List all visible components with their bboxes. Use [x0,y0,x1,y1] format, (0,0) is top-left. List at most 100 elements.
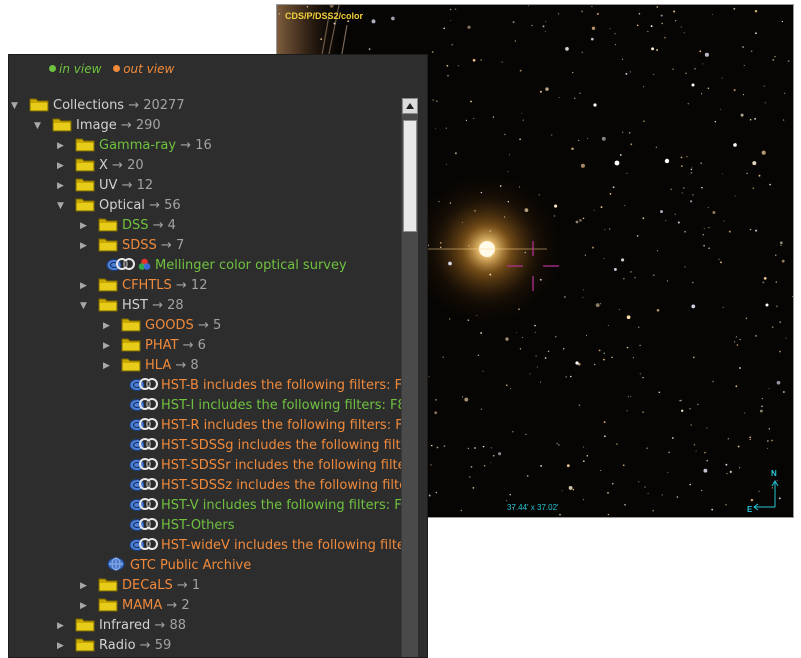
tree-item-hst[interactable]: ▼ HST → 28 [80,296,184,316]
collapsed-arrow-icon[interactable]: ▶ [57,636,67,656]
tree-item-hst-sdssz-includes-the-following[interactable]: HST-SDSSz includes the following filters… [129,476,401,496]
tree-item-label: X [99,158,108,173]
scroll-up-button[interactable] [402,98,418,114]
tree-item-label: Gamma-ray [99,138,177,153]
tree-item-count: → 290 [120,118,161,133]
survey-icon [129,476,159,492]
tree-item-goods[interactable]: ▶ GOODS → 5 [103,316,221,336]
tree-item-optical[interactable]: ▼ Optical → 56 [57,196,181,216]
tree-item-label: DECaLS [122,578,173,593]
collapsed-arrow-icon[interactable]: ▶ [80,216,90,236]
tree-item-hst-v-includes-the-following-fil[interactable]: HST-V includes the following filters: F5… [129,496,401,516]
tree-item-image[interactable]: ▼ Image → 290 [34,116,161,136]
collapsed-arrow-icon[interactable]: ▶ [57,156,67,176]
folder-icon [121,356,141,372]
tree-item-count: → 12 [175,278,208,293]
color-rgb-icon [138,258,155,273]
tree-item-label: HST [122,298,148,313]
tree-item-gamma-ray[interactable]: ▶ Gamma-ray → 16 [57,136,212,156]
tree-item-hst-others[interactable]: HST-Others [129,516,235,536]
tree-item-label: HST-Others [161,518,235,533]
tree-item-label: Collections [53,98,125,113]
collapsed-arrow-icon[interactable]: ▶ [103,336,113,356]
tree-item-gtc-public-archive[interactable]: GTC Public Archive [106,556,251,576]
tree-item-x[interactable]: ▶ X → 20 [57,156,144,176]
collapsed-arrow-icon[interactable]: ▶ [103,316,113,336]
compass: N E [745,467,789,515]
tree-item-hst-r-includes-the-following-fil[interactable]: HST-R includes the following filters: F7… [129,416,401,436]
survey-icon [129,416,159,432]
survey-icon [129,496,159,512]
survey-icon [129,436,159,452]
folder-icon [98,596,118,612]
scroll-thumb[interactable] [403,120,417,232]
survey-icon [106,256,136,272]
tree-item-label: HST-wideV includes the following filters… [161,538,401,553]
tree-item-count: → 20277 [128,98,185,113]
folder-icon [98,216,118,232]
tree-item-hst-sdssr-includes-the-following[interactable]: HST-SDSSr includes the following filters… [129,456,401,476]
expanded-arrow-icon[interactable]: ▼ [57,196,67,216]
tree-item-count: → 56 [149,198,181,213]
tree-item-hst-i-includes-the-following-fil[interactable]: HST-I includes the following filters: F8… [129,396,401,416]
out-view-dot-icon [113,65,121,72]
collapsed-arrow-icon[interactable]: ▶ [103,356,113,376]
tree-item-label: PHAT [145,338,179,353]
legend-in-view: in view [49,62,101,76]
survey-icon [129,376,159,392]
survey-icon [129,456,159,472]
legend-out-view: out view [113,62,174,76]
tree-item-phat[interactable]: ▶ PHAT → 6 [103,336,206,356]
collapsed-arrow-icon[interactable]: ▶ [57,176,67,196]
tree-item-uv[interactable]: ▶ UV → 12 [57,176,153,196]
tree-item-decals[interactable]: ▶ DECaLS → 1 [80,576,200,596]
folder-icon [75,176,95,192]
field-of-view-label: 37.44' x 37.02' [507,503,559,512]
survey-icon [129,536,159,552]
tree-item-label: HST-B includes the following filters: F4… [161,378,401,393]
tree-item-count: → 20 [112,158,144,173]
expanded-arrow-icon[interactable]: ▼ [11,96,21,116]
expanded-arrow-icon[interactable]: ▼ [80,296,90,316]
collapsed-arrow-icon[interactable]: ▶ [57,616,67,636]
folder-icon [75,156,95,172]
folder-icon [121,316,141,332]
tree-item-count: → 28 [152,298,184,313]
expanded-arrow-icon[interactable]: ▼ [34,116,44,136]
tree-item-collections[interactable]: ▼ Collections → 20277 [11,96,185,116]
tree-item-hst-b-includes-the-following-fil[interactable]: HST-B includes the following filters: F4… [129,376,401,396]
tree-item-dss[interactable]: ▶ DSS → 4 [80,216,176,236]
collapsed-arrow-icon[interactable]: ▶ [80,576,90,596]
globe-icon [106,556,126,572]
tree-item-radio[interactable]: ▶ Radio → 59 [57,636,171,656]
tree-item-hst-widev-includes-the-following[interactable]: HST-wideV includes the following filters… [129,536,401,556]
tree-item-mama[interactable]: ▶ MAMA → 2 [80,596,190,616]
tree-item-label: HST-SDSSz includes the following filters… [161,478,401,493]
tree-item-label: Radio [99,638,136,653]
tree-item-cfhtls[interactable]: ▶ CFHTLS → 12 [80,276,207,296]
tree-item-infrared[interactable]: ▶ Infrared → 88 [57,616,186,636]
folder-icon [75,196,95,212]
tree-item-hla[interactable]: ▶ HLA → 8 [103,356,199,376]
compass-east-label: E [747,505,753,514]
tree-scrollbar[interactable] [401,98,418,657]
folder-icon [29,96,49,112]
tree-item-label: HST-SDSSr includes the following filters… [161,458,401,473]
tree-item-count: → 5 [197,318,222,333]
collapsed-arrow-icon[interactable]: ▶ [80,596,90,616]
tree-item-label: DSS [122,218,149,233]
tree-item-label: Optical [99,198,145,213]
collapsed-arrow-icon[interactable]: ▶ [57,136,67,156]
folder-icon [121,336,141,352]
survey-label: CDS/P/DSS2/color [285,11,364,21]
tree-item-hst-sdssg-includes-the-following[interactable]: HST-SDSSg includes the following filters… [129,436,401,456]
tree-item-mellinger-color-optical-survey[interactable]: Mellinger color optical survey [106,256,347,276]
tree-item-label: Image [76,118,117,133]
collapsed-arrow-icon[interactable]: ▶ [80,276,90,296]
folder-icon [75,616,95,632]
collapsed-arrow-icon[interactable]: ▶ [80,236,90,256]
collections-panel: in view out view ▼ Collections → 20277 ▼ Im… [8,54,428,658]
compass-north-label: N [771,469,777,478]
tree-item-count: → 7 [160,238,185,253]
tree-item-sdss[interactable]: ▶ SDSS → 7 [80,236,184,256]
